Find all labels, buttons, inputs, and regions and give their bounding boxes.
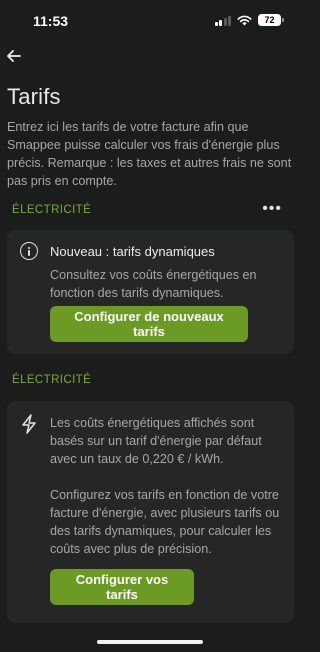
page-title: Tarifs — [7, 84, 61, 109]
status-icons: 72 — [214, 14, 284, 26]
battery-icon: 72 — [258, 14, 284, 26]
configure-hint-text: Configurez vos tarifs en fonction de vot… — [50, 488, 280, 556]
intro-text: Entrez ici les tarifs de votre facture a… — [7, 120, 292, 188]
section-label-electricity: ÉLECTRICITÉ — [12, 204, 92, 216]
default-tariff-card: Les coûts énergétiques affichés sont bas… — [7, 401, 294, 623]
default-tariff-text: Les coûts énergétiques affichés sont bas… — [50, 416, 262, 466]
tariffs-screen: 11:53 72 Tarifs Entrez ici les tarifs de… — [0, 0, 299, 652]
configure-tariffs-button[interactable]: Configurer vos tarifs — [50, 569, 194, 605]
home-indicator[interactable] — [97, 640, 203, 644]
more-options-icon[interactable]: ••• — [262, 200, 282, 218]
wifi-icon — [237, 15, 252, 25]
dynamic-tariffs-card: Nouveau : tarifs dynamiques Consultez vo… — [7, 230, 294, 354]
info-icon — [20, 242, 38, 260]
section-label-electricity-2: ÉLECTRICITÉ — [12, 374, 92, 386]
status-time: 11:53 — [33, 13, 69, 29]
configure-new-tariffs-button[interactable]: Configurer de nouveaux tarifs — [50, 306, 248, 342]
back-arrow-icon[interactable] — [4, 46, 24, 66]
cellular-signal-icon — [214, 15, 231, 26]
status-bar: 11:53 72 — [0, 0, 299, 44]
card-description: Consultez vos coûts énergétiques en fonc… — [50, 268, 257, 300]
card-heading: Nouveau : tarifs dynamiques — [50, 244, 215, 259]
lightning-icon — [22, 414, 36, 434]
